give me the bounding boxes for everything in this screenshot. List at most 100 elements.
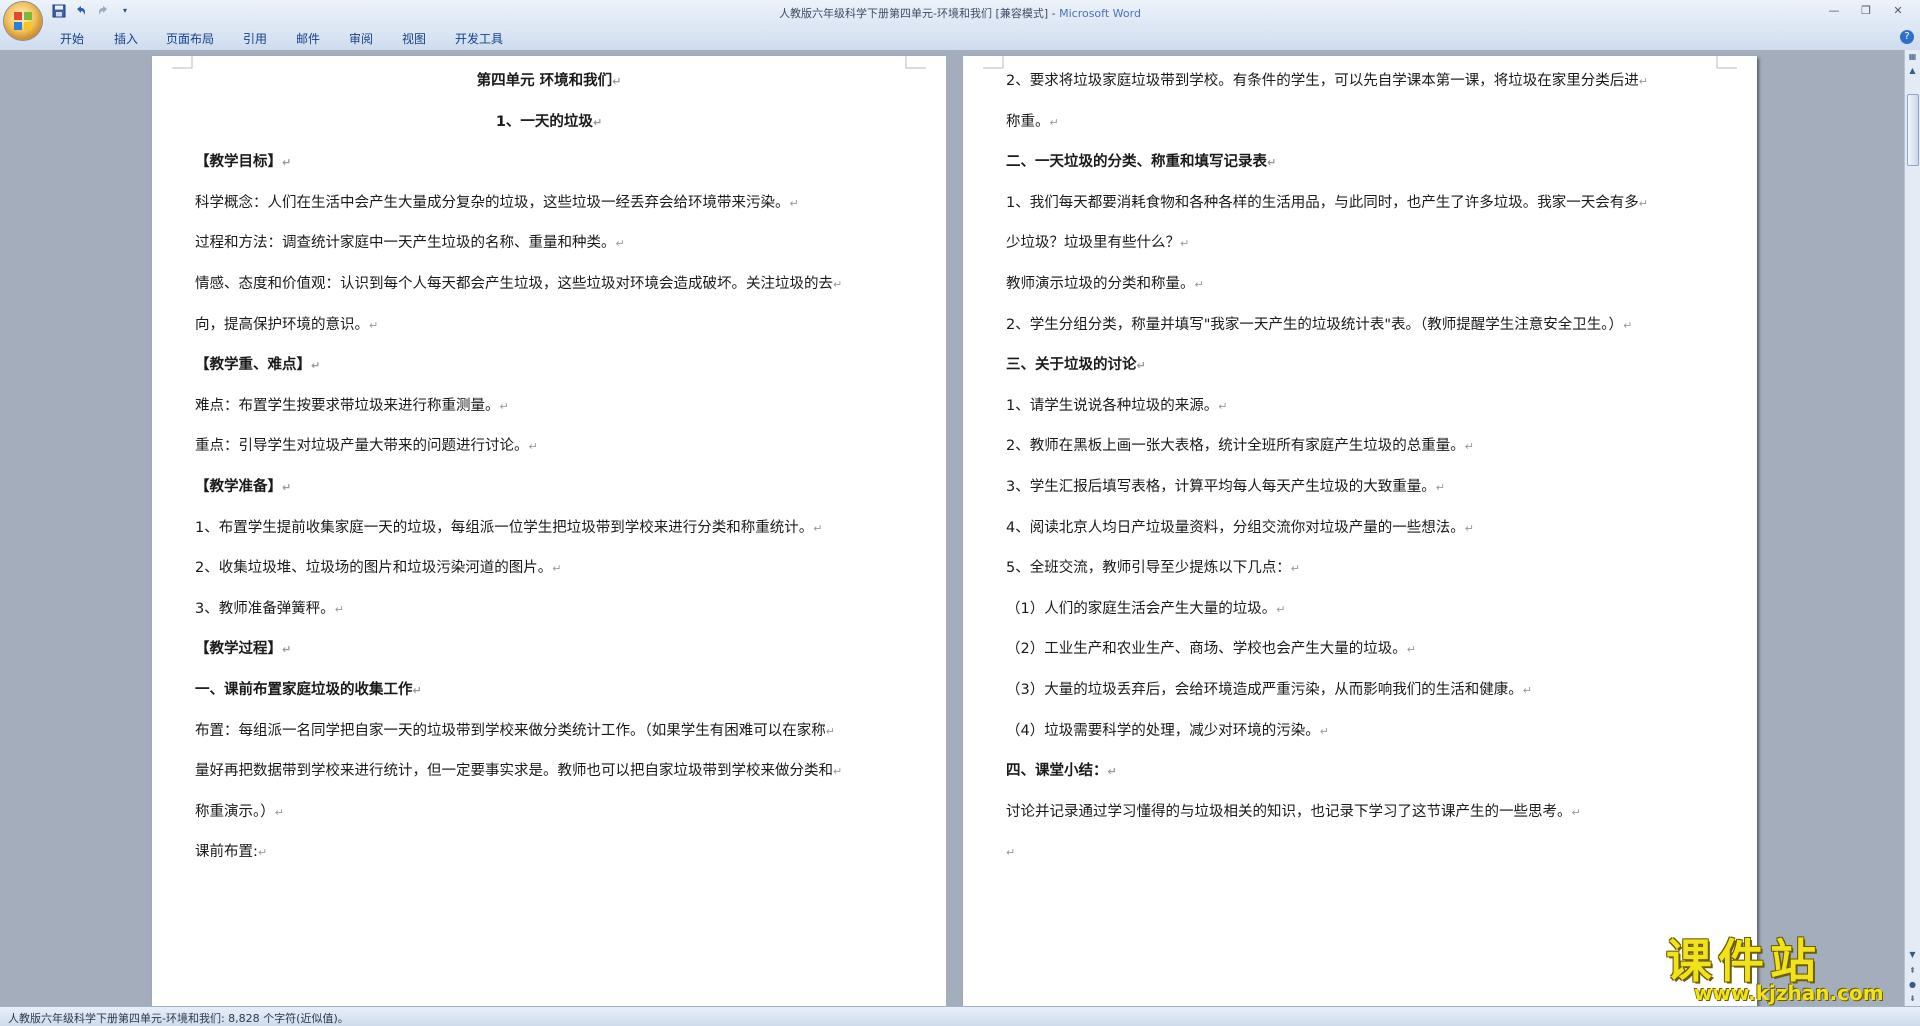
title-bar: ▾ 人教版六年级科学下册第四单元-环境和我们 [兼容模式] - Microsof… (0, 0, 1920, 26)
document-paragraph-line[interactable]: （1）人们的家庭生活会产生大量的垃圾。↵ (1006, 594, 1285, 625)
document-paragraph-line[interactable]: （4）垃圾需要科学的处理，减少对环境的污染。↵ (1006, 716, 1329, 747)
tab-references[interactable]: 引用 (243, 30, 267, 47)
document-heading[interactable]: 一、课前布置家庭垃圾的收集工作↵ (195, 675, 422, 706)
document-paragraph-line[interactable]: 科学概念：人们在生活中会产生大量成分复杂的垃圾，这些垃圾一经丢弃会给环境带来污染… (195, 188, 799, 219)
document-paragraph-line[interactable]: 5、全班交流，教师引导至少提炼以下几点：↵ (1006, 553, 1300, 584)
paragraph-mark-icon: ↵ (1049, 115, 1059, 129)
document-paragraph-line[interactable]: 2、要求将垃圾家庭垃圾带到学校。有条件的学生，可以先自学课本第一课，将垃圾在家里… (1006, 66, 1648, 97)
paragraph-mark-icon: ↵ (528, 440, 538, 454)
document-paragraph-line[interactable]: 4、阅读北京人均日产垃圾量资料，分组交流你对垃圾产量的一些想法。↵ (1006, 513, 1474, 544)
word-count-status[interactable]: 人教版六年级科学下册第四单元-环境和我们: 8,828 个字符(近似值)。 (8, 1010, 349, 1026)
document-paragraph-line[interactable]: 讨论并记录通过学习懂得的与垃圾相关的知识，也记录下学习了这节课产生的一些思考。↵ (1006, 797, 1581, 828)
scroll-up-icon[interactable]: ▲ (1905, 64, 1920, 78)
paragraph-mark-icon: ↵ (334, 602, 344, 616)
document-paragraph-line[interactable]: （3）大量的垃圾丢弃后，会给环境造成严重污染，从而影响我们的生活和健康。↵ (1006, 675, 1532, 706)
document-paragraph-line[interactable]: 少垃圾？垃圾里有些什么？↵ (1006, 228, 1189, 259)
document-paragraph-line[interactable]: 难点：布置学生按要求带垃圾来进行称重测量。↵ (195, 391, 509, 422)
paragraph-mark-icon: ↵ (615, 237, 625, 251)
minimize-icon[interactable]: — (1818, 2, 1850, 20)
maximize-icon[interactable]: ❐ (1850, 2, 1882, 20)
margin-corner-marker (1716, 56, 1737, 69)
select-browse-object-icon[interactable]: ● (1905, 978, 1920, 992)
document-paragraph-line[interactable]: 布置：每组派一名同学把自家一天的垃圾带到学校来做分类统计工作。（如果学生有困难可… (195, 716, 835, 747)
document-heading[interactable]: 1、一天的垃圾↵ (152, 107, 946, 138)
paragraph-mark-icon: ↵ (282, 643, 292, 657)
document-paragraph-line[interactable]: 称重。↵ (1006, 107, 1059, 138)
paragraph-mark-icon: ↵ (1290, 562, 1300, 576)
document-paragraph-line[interactable]: 2、学生分组分类，称量并填写"我家一天产生的垃圾统计表"表。（教师提醒学生注意安… (1006, 310, 1632, 341)
document-paragraph-line[interactable]: 3、学生汇报后填写表格，计算平均每人每天产生垃圾的大致重量。↵ (1006, 472, 1445, 503)
scroll-down-icon[interactable]: ▼ (1905, 948, 1920, 962)
document-paragraph-line[interactable]: 课前布置:↵ (195, 837, 267, 868)
vertical-scrollbar[interactable]: ▦ ▲ ▼ ⇞ ● ⇟ (1904, 50, 1920, 1006)
paragraph-mark-icon: ↵ (1180, 237, 1190, 251)
paragraph-mark-icon: ↵ (369, 318, 379, 332)
office-button[interactable] (4, 2, 42, 40)
paragraph-mark-icon: ↵ (552, 562, 562, 576)
app-name: Microsoft Word (1059, 7, 1141, 20)
watermark-url: www.kjzhan.com (1694, 981, 1884, 1005)
paragraph-mark-icon: ↵ (1571, 805, 1581, 819)
document-paragraph-line[interactable]: 教师演示垃圾的分类和称量。↵ (1006, 269, 1204, 300)
tab-developer[interactable]: 开发工具 (455, 30, 503, 47)
paragraph-mark-icon: ↵ (282, 481, 292, 494)
document-paragraph-line[interactable]: （2）工业生产和农业生产、商场、学校也会产生大量的垃圾。↵ (1006, 634, 1416, 665)
document-page-1[interactable]: 第四单元 环境和我们↵ 1、一天的垃圾↵ 【教学目标】↵ 科学概念：人们在生活中会产生… (152, 56, 946, 1006)
paragraph-mark-icon: ↵ (1522, 684, 1532, 697)
document-paragraph-line[interactable]: 2、教师在黑板上画一张大表格，统计全班所有家庭产生垃圾的总重量。↵ (1006, 431, 1474, 462)
tab-home[interactable]: 开始 (60, 30, 84, 47)
paragraph-mark-icon: ↵ (499, 399, 509, 413)
paragraph-mark-icon: ↵ (825, 724, 835, 738)
paragraph-mark-icon: ↵ (1267, 156, 1277, 170)
help-icon[interactable]: ? (1900, 30, 1914, 44)
document-paragraph-line[interactable]: 量好再把数据带到学校来进行统计，但一定要事实求是。教师也可以把自家垃圾带到学校来… (195, 756, 842, 787)
paragraph-mark-icon: ↵ (612, 75, 622, 88)
document-workspace: 第四单元 环境和我们↵ 1、一天的垃圾↵ 【教学目标】↵ 科学概念：人们在生活中会产生… (0, 50, 1905, 1006)
document-paragraph-line[interactable]: 情感、态度和价值观：认识到每个人每天都会产生垃圾，这些垃圾对环境会造成破坏。关注… (195, 269, 842, 300)
ruler-toggle-icon[interactable]: ▦ (1905, 50, 1920, 64)
paragraph-mark-icon: ↵ (1319, 724, 1329, 738)
previous-page-icon[interactable]: ⇞ (1905, 964, 1920, 978)
tab-page-layout[interactable]: 页面布局 (166, 30, 214, 47)
document-paragraph-line[interactable]: 1、我们每天都要消耗食物和各种各样的生活用品，与此同时，也产生了许多垃圾。我家一… (1006, 188, 1648, 219)
paragraph-mark-icon: ↵ (1194, 278, 1204, 291)
tab-insert[interactable]: 插入 (114, 30, 138, 47)
paragraph-mark-icon: ↵ (1638, 196, 1648, 210)
document-paragraph-line[interactable]: 向，提高保护环境的意识。↵ (195, 310, 378, 341)
document-heading[interactable]: 四、课堂小结：↵ (1006, 756, 1117, 787)
document-paragraph-line[interactable]: 1、布置学生提前收集家庭一天的垃圾，每组派一位学生把垃圾带到学校来进行分类和称重… (195, 513, 822, 544)
document-heading[interactable]: 【教学过程】↵ (195, 634, 291, 665)
document-paragraph-line[interactable]: 2、收集垃圾堆、垃圾场的图片和垃圾污染河道的图片。↵ (195, 553, 561, 584)
document-paragraph-line[interactable]: 称重演示。）↵ (195, 797, 284, 828)
tab-review[interactable]: 审阅 (349, 30, 373, 47)
status-bar: 人教版六年级科学下册第四单元-环境和我们: 8,828 个字符(近似值)。 (0, 1006, 1920, 1026)
paragraph-mark-icon: ↵ (1435, 481, 1445, 494)
document-paragraph-line[interactable]: 1、请学生说说各种垃圾的来源。↵ (1006, 391, 1227, 422)
document-heading[interactable]: 【教学目标】↵ (195, 147, 291, 178)
paragraph-mark-icon: ↵ (1464, 521, 1474, 535)
document-paragraph-line[interactable]: 3、教师准备弹簧秤。↵ (195, 594, 344, 625)
paragraph-mark-icon: ↵ (833, 765, 843, 779)
document-heading[interactable]: 二、一天垃圾的分类、称重和填写记录表↵ (1006, 147, 1276, 178)
tab-view[interactable]: 视图 (402, 30, 426, 47)
paragraph-mark-icon: ↵ (412, 684, 422, 697)
window-controls: — ❐ ✕ (1818, 2, 1914, 20)
document-paragraph-line[interactable]: 重点：引导学生对垃圾产量大带来的问题进行讨论。↵ (195, 431, 538, 462)
document-paragraph-line[interactable]: ↵ (1006, 837, 1015, 868)
document-title: 人教版六年级科学下册第四单元-环境和我们 [兼容模式] (779, 7, 1049, 20)
document-heading[interactable]: 三、关于垃圾的讨论↵ (1006, 350, 1146, 381)
paragraph-mark-icon: ↵ (1623, 318, 1633, 332)
close-icon[interactable]: ✕ (1882, 2, 1914, 20)
scroll-thumb[interactable] (1907, 94, 1919, 166)
paragraph-mark-icon: ↵ (282, 156, 292, 170)
document-heading[interactable]: 【教学重、难点】↵ (195, 350, 320, 381)
document-page-2[interactable]: 2、要求将垃圾家庭垃圾带到学校。有条件的学生，可以先自学课本第一课，将垃圾在家里… (963, 56, 1757, 1006)
document-heading[interactable]: 【教学准备】↵ (195, 472, 291, 503)
paragraph-mark-icon: ↵ (274, 805, 284, 819)
title-separator: - (1048, 7, 1060, 20)
window-title: 人教版六年级科学下册第四单元-环境和我们 [兼容模式] - Microsoft … (0, 5, 1920, 21)
tab-mailings[interactable]: 邮件 (296, 30, 320, 47)
next-page-icon[interactable]: ⇟ (1905, 992, 1920, 1006)
document-paragraph-line[interactable]: 过程和方法：调查统计家庭中一天产生垃圾的名称、重量和种类。↵ (195, 228, 625, 259)
document-heading[interactable]: 第四单元 环境和我们↵ (152, 66, 946, 97)
